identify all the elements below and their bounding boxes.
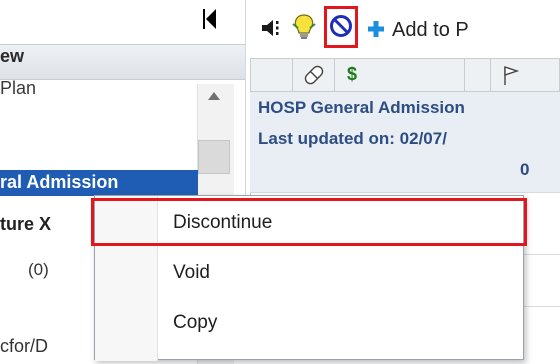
add-to-button-label[interactable]: Add to P: [392, 19, 469, 42]
context-menu: Discontinue Void Copy: [91, 195, 527, 361]
grid-divider: [250, 192, 560, 193]
menu-item-copy[interactable]: Copy: [95, 300, 523, 348]
grid-header-blank-cell: [251, 59, 293, 91]
left-selected-item[interactable]: ral Admission: [0, 170, 198, 196]
grid-header: $: [250, 58, 560, 92]
grid-header-pill-cell[interactable]: [293, 59, 335, 91]
left-selected-label: ral Admission: [0, 172, 119, 192]
discontinue-icon[interactable]: [329, 12, 353, 40]
left-item-ture[interactable]: ture X: [0, 214, 51, 235]
grid-row-fragment: 0: [520, 160, 530, 179]
grid-header-flag-cell[interactable]: [491, 59, 560, 91]
scroll-thumb[interactable]: [198, 140, 230, 174]
scroll-up-arrow-icon[interactable]: [208, 92, 220, 100]
grid-header-dollar-cell[interactable]: $: [335, 59, 465, 91]
grid-header-blank-cell-2: [465, 59, 491, 91]
left-section-header: [0, 44, 245, 80]
left-item-plan[interactable]: Plan: [0, 78, 36, 99]
left-section-title: ew: [0, 46, 25, 66]
left-item-bottom[interactable]: cfor/D: [0, 336, 48, 357]
lightbulb-icon[interactable]: [290, 12, 318, 42]
menu-item-discontinue-highlight: [91, 198, 527, 246]
grid-row-title: HOSP General Admission: [258, 98, 465, 117]
menu-item-void[interactable]: Void: [95, 250, 523, 298]
plus-icon[interactable]: [366, 19, 386, 39]
menu-item-label: Copy: [173, 312, 218, 333]
left-item-count: (0): [28, 260, 49, 279]
flag-icon: [504, 66, 520, 85]
collapse-panel-icon[interactable]: [203, 8, 217, 30]
pill-icon: [304, 65, 324, 85]
communicate-icon[interactable]: [260, 18, 284, 38]
grid-row-updated: Last updated on: 02/07/: [258, 129, 447, 148]
dollar-icon: $: [347, 64, 358, 84]
menu-item-label: Void: [173, 262, 210, 283]
